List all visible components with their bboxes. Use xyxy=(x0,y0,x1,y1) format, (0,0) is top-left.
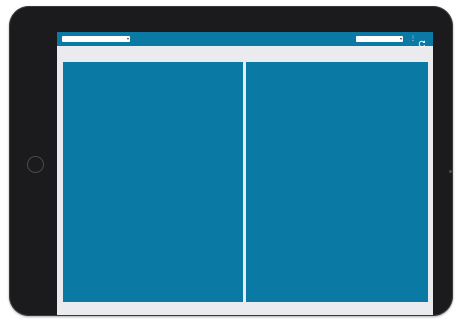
more-options-icon[interactable]: ⋮ xyxy=(410,35,416,43)
view-select[interactable]: ▾ xyxy=(62,36,130,42)
chevron-down-icon: ▾ xyxy=(126,36,129,41)
stage: ▾ ▾ ⋮ xyxy=(0,0,457,322)
chevron-down-icon: ▾ xyxy=(399,36,402,41)
filter-select[interactable]: ▾ xyxy=(356,36,403,42)
front-camera xyxy=(449,170,452,173)
app-screen: ▾ ▾ ⋮ xyxy=(57,32,433,315)
tablet-frame: ▾ ▾ ⋮ xyxy=(9,6,453,316)
app-header: ▾ ▾ ⋮ xyxy=(57,32,433,48)
refresh-icon[interactable] xyxy=(418,35,426,48)
app-title xyxy=(177,32,313,46)
home-button[interactable] xyxy=(27,156,44,173)
left-panel xyxy=(63,62,243,302)
right-panel xyxy=(246,62,428,302)
